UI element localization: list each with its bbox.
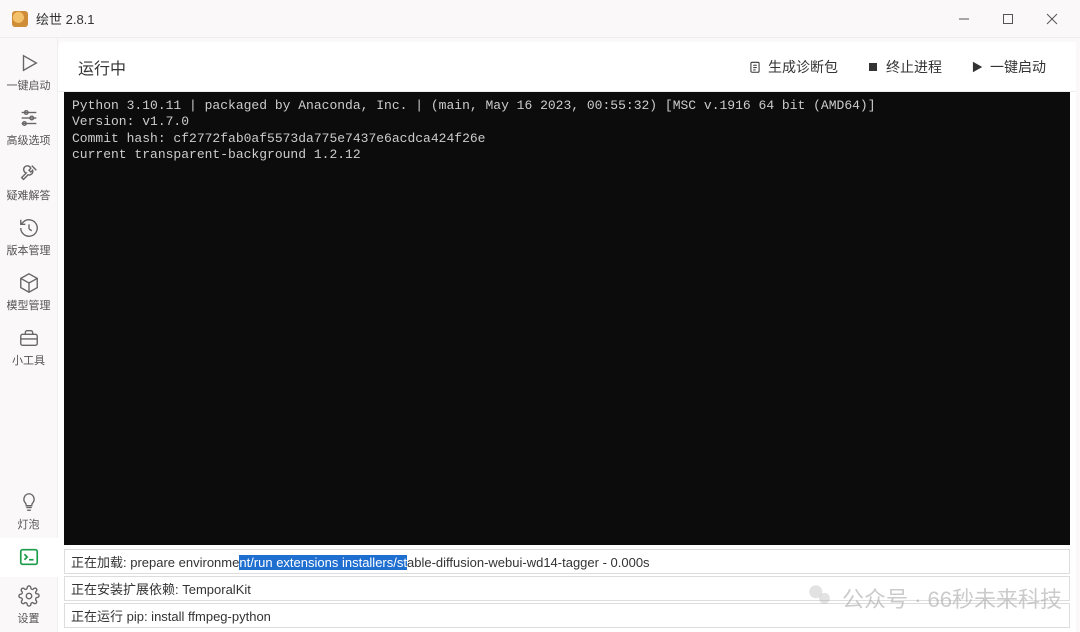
status-line-installing: 正在安装扩展依赖: TemporalKit xyxy=(64,576,1070,601)
sidebar-item-label: 疑难解答 xyxy=(7,187,51,203)
sidebar-item-terminal[interactable] xyxy=(0,538,58,577)
sidebar-item-settings[interactable]: 设置 xyxy=(0,577,58,632)
sidebar: 一键启动 高级选项 疑难解答 版本管理 模型管理 小工具 灯泡 xyxy=(0,38,58,632)
cube-icon xyxy=(18,272,40,294)
app-title: 绘世 2.8.1 xyxy=(36,9,95,28)
sidebar-item-label: 设置 xyxy=(18,610,40,626)
toolbox-icon xyxy=(18,327,40,349)
button-label: 终止进程 xyxy=(886,57,942,77)
sidebar-item-label: 高级选项 xyxy=(7,132,51,148)
status-highlight: nt/run extensions installers/st xyxy=(239,555,407,570)
close-button[interactable] xyxy=(1030,4,1074,34)
terminal-icon xyxy=(18,546,40,568)
status-line-pip: 正在运行 pip: install ffmpeg-python xyxy=(64,603,1070,628)
tools-icon xyxy=(18,162,40,184)
gear-icon xyxy=(18,585,40,607)
sidebar-item-label: 一键启动 xyxy=(7,77,51,93)
title-bar: 绘世 2.8.1 xyxy=(0,0,1080,38)
status-lines: 正在加载: prepare environment/run extensions… xyxy=(58,545,1076,632)
sidebar-item-label: 小工具 xyxy=(12,352,45,368)
main-panel: 运行中 生成诊断包 终止进程 一键启动 Python 3.10.11 | pac… xyxy=(58,42,1076,632)
status-line-loading: 正在加载: prepare environment/run extensions… xyxy=(64,549,1070,574)
sliders-icon xyxy=(18,107,40,129)
sidebar-item-versions[interactable]: 版本管理 xyxy=(0,209,58,264)
lightbulb-icon xyxy=(18,491,40,513)
sidebar-item-label: 版本管理 xyxy=(7,242,51,258)
play-icon xyxy=(18,52,40,74)
terminate-button[interactable]: 终止进程 xyxy=(856,51,952,83)
stop-icon xyxy=(866,60,880,74)
status-text: 运行中 xyxy=(78,55,126,79)
sidebar-item-bulb[interactable]: 灯泡 xyxy=(0,483,58,538)
console-output[interactable]: Python 3.10.11 | packaged by Anaconda, I… xyxy=(64,92,1070,545)
button-label: 生成诊断包 xyxy=(768,57,838,77)
sidebar-item-launch[interactable]: 一键启动 xyxy=(0,44,58,99)
sidebar-item-troubleshoot[interactable]: 疑难解答 xyxy=(0,154,58,209)
status-text: 正在加载: prepare environme xyxy=(71,555,239,570)
diagnose-button[interactable]: 生成诊断包 xyxy=(738,51,848,83)
clipboard-icon xyxy=(748,60,762,74)
history-icon xyxy=(18,217,40,239)
sidebar-item-label: 模型管理 xyxy=(7,297,51,313)
toolbar: 运行中 生成诊断包 终止进程 一键启动 xyxy=(58,42,1076,92)
sidebar-item-tools[interactable]: 小工具 xyxy=(0,319,58,374)
play-icon xyxy=(970,60,984,74)
app-icon xyxy=(12,11,28,27)
minimize-button[interactable] xyxy=(942,4,986,34)
sidebar-item-advanced[interactable]: 高级选项 xyxy=(0,99,58,154)
button-label: 一键启动 xyxy=(990,57,1046,77)
maximize-button[interactable] xyxy=(986,4,1030,34)
sidebar-item-models[interactable]: 模型管理 xyxy=(0,264,58,319)
status-text: able-diffusion-webui-wd14-tagger - 0.000… xyxy=(407,555,650,570)
sidebar-item-label: 灯泡 xyxy=(18,516,40,532)
launch-button[interactable]: 一键启动 xyxy=(960,51,1056,83)
